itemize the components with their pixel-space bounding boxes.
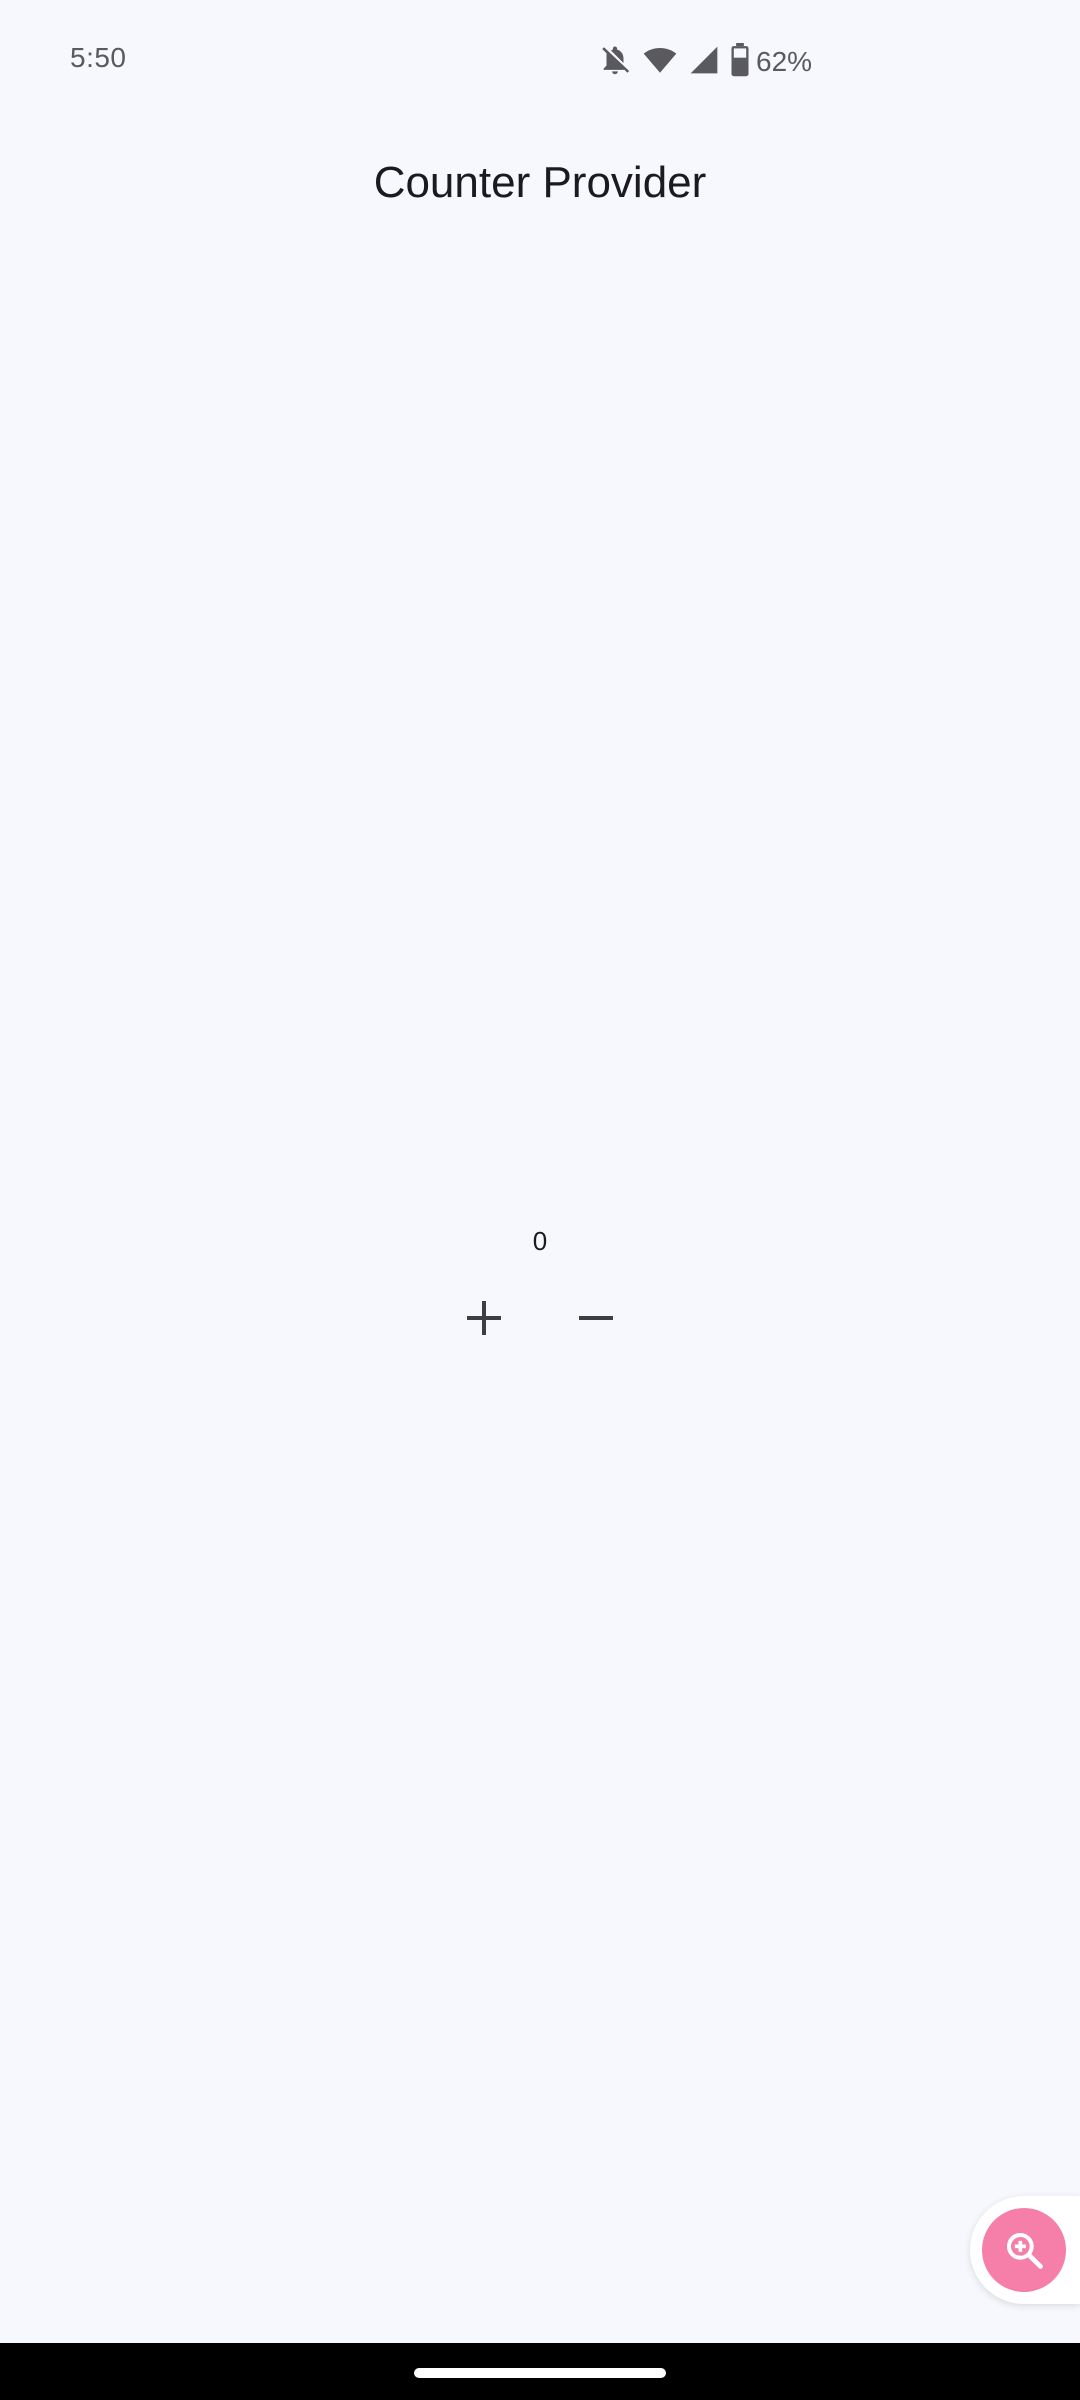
decrement-button[interactable]	[548, 1282, 644, 1354]
status-icons: 62%	[598, 42, 813, 82]
zoom-button[interactable]	[982, 2208, 1066, 2292]
counter-value: 0	[532, 1226, 548, 1256]
increment-button[interactable]	[436, 1282, 532, 1354]
floating-zoom-bubble	[970, 2196, 1080, 2304]
status-bar: 5:50 62%	[0, 0, 1080, 126]
home-gesture-handle[interactable]	[414, 2368, 666, 2378]
page-title: Counter Provider	[373, 158, 707, 207]
battery-icon	[730, 42, 750, 82]
wifi-icon	[642, 43, 678, 82]
minus-icon	[579, 1316, 613, 1320]
notifications-off-icon	[598, 43, 632, 82]
cell-signal-icon	[688, 44, 720, 81]
counter-controls	[0, 1282, 1080, 1354]
battery-percent: 62%	[756, 46, 813, 77]
navigation-bar	[0, 2343, 1080, 2400]
status-time: 5:50	[70, 42, 127, 73]
zoom-in-icon	[1006, 2232, 1043, 2269]
plus-icon	[467, 1301, 501, 1335]
